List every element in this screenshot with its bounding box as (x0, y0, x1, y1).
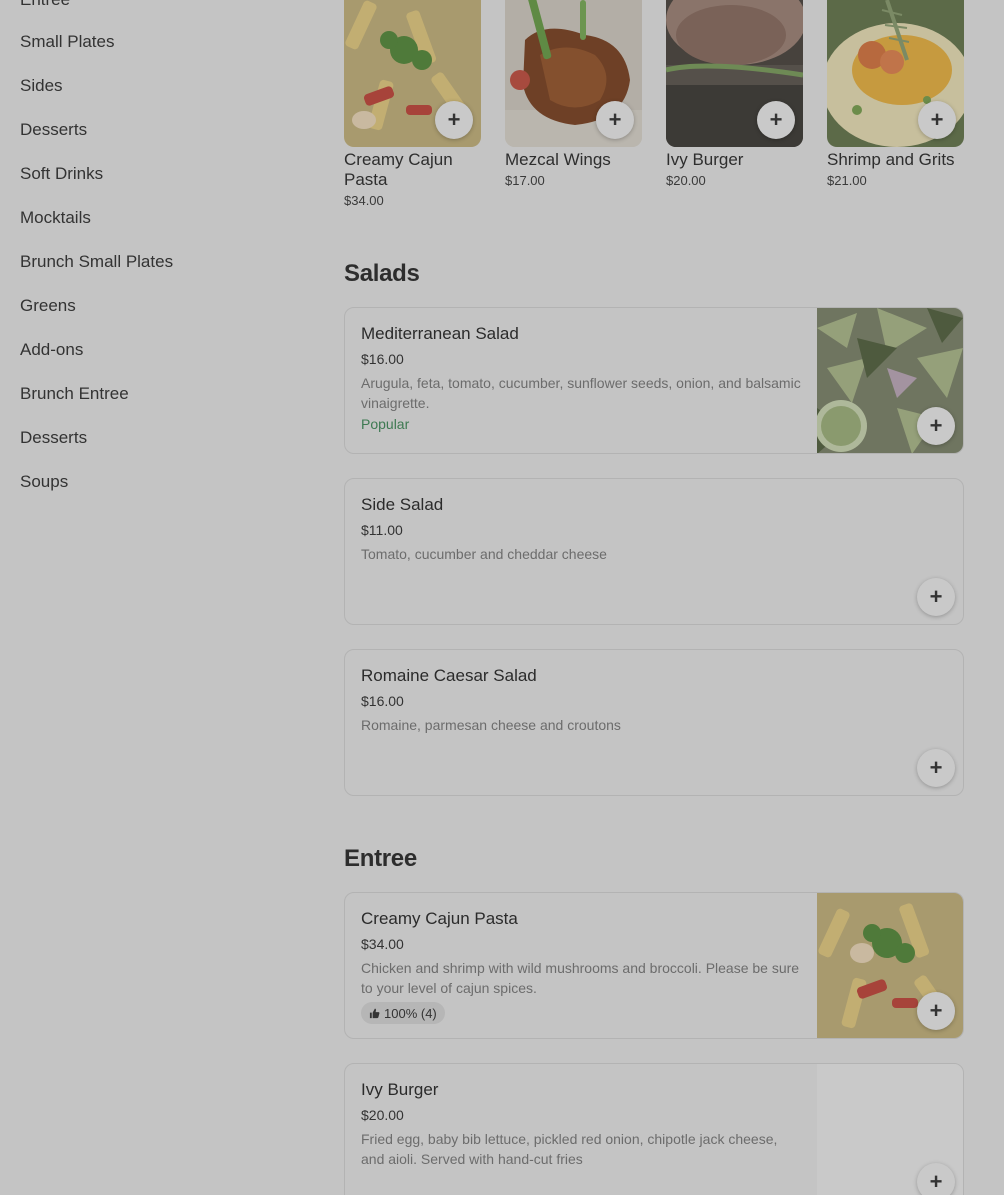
sidebar-item-mocktails[interactable]: Mocktails (20, 208, 91, 228)
sidebar-item-small-plates[interactable]: Small Plates (20, 32, 114, 52)
plus-icon: + (929, 755, 943, 780)
menu-item-card[interactable]: Ivy Burger $20.00 Fried egg, baby bib le… (344, 1063, 964, 1195)
sidebar-item-soft-drinks[interactable]: Soft Drinks (20, 164, 103, 184)
add-button[interactable]: + (435, 101, 473, 139)
item-price: $21.00 (827, 173, 867, 188)
sidebar-item-greens[interactable]: Greens (20, 296, 76, 316)
item-description: Fried egg, baby bib lettuce, pickled red… (361, 1131, 778, 1167)
plus-icon: + (929, 998, 943, 1023)
sidebar-item-brunch-small-plates[interactable]: Brunch Small Plates (20, 252, 173, 272)
sidebar-item-brunch-entree[interactable]: Brunch Entree (20, 384, 129, 404)
category-sidebar: Entree Small Plates Sides Desserts Soft … (0, 0, 320, 1195)
sidebar-item-soups[interactable]: Soups (20, 472, 68, 492)
item-description: Tomato, cucumber and cheddar cheese (361, 546, 607, 562)
item-price: $17.00 (505, 173, 545, 188)
item-description: Chicken and shrimp with wild mushrooms a… (361, 960, 800, 996)
item-name: Ivy Burger (666, 150, 744, 169)
item-name: Mediterranean Salad (361, 324, 519, 343)
rating-text: 100% (4) (384, 1005, 437, 1021)
section-title-entree: Entree (344, 845, 417, 872)
item-price: $20.00 (361, 1107, 404, 1123)
plus-icon: + (930, 107, 944, 132)
menu-item-card[interactable]: Romaine Caesar Salad $16.00 Romaine, par… (344, 649, 964, 796)
thumbs-up-icon (369, 1007, 380, 1018)
item-name: Creamy Cajun Pasta (361, 909, 518, 928)
sidebar-item-sides[interactable]: Sides (20, 76, 63, 96)
sidebar-item-entree[interactable]: Entree (20, 0, 70, 10)
sidebar-item-add-ons[interactable]: Add-ons (20, 340, 83, 360)
add-button[interactable]: + (918, 101, 956, 139)
item-price: $16.00 (361, 351, 404, 367)
item-price: $11.00 (361, 522, 403, 538)
menu-item-card[interactable]: Side Salad $11.00 Tomato, cucumber and c… (344, 478, 964, 625)
add-button[interactable]: + (917, 1163, 955, 1195)
item-price: $20.00 (666, 173, 706, 188)
item-description: Arugula, feta, tomato, cucumber, sunflow… (361, 375, 801, 411)
item-name: Mezcal Wings (505, 150, 611, 169)
item-price: $34.00 (344, 193, 384, 208)
plus-icon: + (769, 107, 783, 132)
sidebar-item-desserts[interactable]: Desserts (20, 120, 87, 140)
plus-icon: + (608, 107, 622, 132)
rating-badge: 100% (4) (361, 1002, 445, 1024)
sidebar-item-desserts-2[interactable]: Desserts (20, 428, 87, 448)
item-price: $34.00 (361, 936, 404, 952)
item-name: Romaine Caesar Salad (361, 666, 537, 685)
popular-badge: Popular (361, 416, 410, 432)
menu-item-card[interactable]: Mediterranean Salad $16.00 Arugula, feta… (344, 307, 964, 454)
item-name: Creamy Cajun Pasta (344, 150, 453, 189)
add-button[interactable]: + (917, 407, 955, 445)
item-name: Side Salad (361, 495, 444, 514)
plus-icon: + (929, 413, 943, 438)
item-name: Shrimp and Grits (827, 150, 955, 169)
plus-icon: + (929, 584, 943, 609)
item-price: $16.00 (361, 693, 404, 709)
section-title-salads: Salads (344, 260, 420, 287)
add-button[interactable]: + (917, 578, 955, 616)
add-button[interactable]: + (596, 101, 634, 139)
plus-icon: + (929, 1169, 943, 1194)
plus-icon: + (447, 107, 461, 132)
menu-item-card[interactable]: Creamy Cajun Pasta $34.00 Chicken and sh… (344, 892, 964, 1039)
item-name: Ivy Burger (361, 1080, 439, 1099)
item-description: Romaine, parmesan cheese and croutons (361, 717, 621, 733)
add-button[interactable]: + (757, 101, 795, 139)
add-button[interactable]: + (917, 992, 955, 1030)
add-button[interactable]: + (917, 749, 955, 787)
